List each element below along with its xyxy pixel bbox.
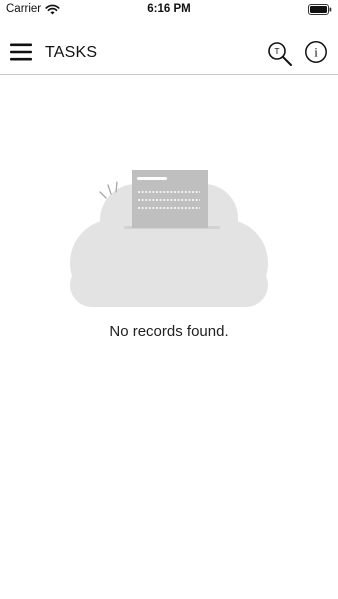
cloud-with-document-icon [70,170,268,307]
page-title: TASKS [45,44,98,61]
app-header: TASKS T i [0,30,338,75]
empty-state-message: No records found. [109,323,229,340]
search-icon: T [268,42,292,66]
search-button[interactable]: T [266,40,294,68]
battery-icon [308,4,332,15]
info-button[interactable]: i [304,40,328,64]
info-icon: i [305,41,327,63]
info-icon-letter: i [314,45,318,60]
status-time: 6:16 PM [147,3,191,15]
menu-button[interactable] [10,42,34,62]
search-icon-letter: T [274,46,279,56]
empty-state-illustration [68,168,270,308]
hamburger-menu-icon [10,43,32,61]
status-bar: Carrier 6:16 PM [0,0,338,20]
